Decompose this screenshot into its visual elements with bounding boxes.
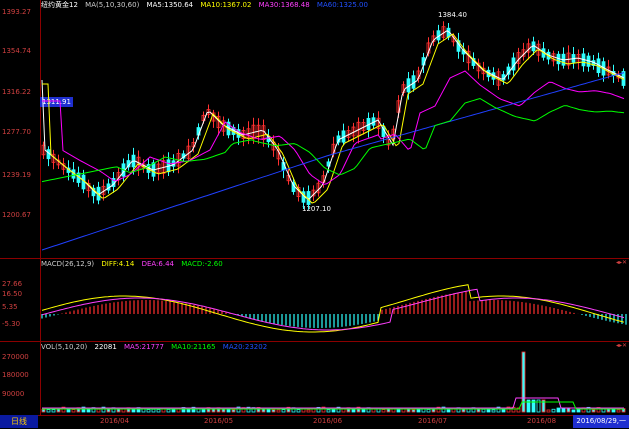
date-label: 2016/07: [418, 417, 448, 425]
volume-bar: [446, 409, 451, 413]
volume-bar: [86, 409, 91, 413]
volume-bar: [281, 409, 286, 413]
volume-bar: [231, 409, 236, 413]
date-axis: 2016/04 2016/05 2016/06 2016/07 2016/08: [0, 415, 629, 429]
volume-bar: [41, 408, 46, 413]
current-date-badge: 2016/08/29,一: [573, 415, 629, 428]
price-pane[interactable]: 1393.27 1354.74 1316.22 1277.70 1239.19 …: [0, 0, 629, 259]
volume-bar: [306, 409, 311, 413]
volume-bar: [266, 409, 271, 413]
volume-bar: [166, 409, 171, 413]
volume-bar: [46, 409, 51, 413]
volume-bar: [71, 409, 76, 413]
volume-bar: [616, 409, 621, 413]
volume-bar: [146, 409, 151, 413]
diff-line: [41, 284, 625, 333]
date-label: 2016/05: [204, 417, 234, 425]
volume-bar: [411, 409, 416, 413]
volume-bar: [171, 409, 176, 413]
date-label: 2016/08: [527, 417, 557, 425]
volume-bar: [591, 409, 596, 413]
volume-bar: [611, 409, 616, 413]
ma10-line: [42, 33, 625, 204]
volume-bar: [51, 409, 56, 413]
volume-bar: [546, 409, 551, 413]
volume-bar: [486, 408, 491, 413]
dea-line: [41, 288, 625, 331]
volume-bar: [96, 408, 101, 413]
volume-bar: [566, 407, 571, 413]
volume-bar: [561, 407, 566, 413]
volume-bar: [551, 408, 556, 413]
volume-bar: [326, 409, 331, 413]
volume-bar: [461, 408, 466, 413]
volume-bar: [426, 409, 431, 413]
volume-bar: [271, 409, 276, 413]
volume-bar: [406, 408, 411, 413]
volume-bar: [381, 409, 386, 413]
volume-bar: [351, 409, 356, 413]
volume-chart: [41, 351, 626, 413]
volume-bar: [276, 409, 281, 413]
price-chart: [41, 21, 626, 251]
volume-bar: [571, 409, 576, 413]
volume-bar: [156, 409, 161, 413]
macd-pane[interactable]: 27.66 16.50 5.35 -5.30 MACD(26,12,9) DIF…: [0, 259, 629, 342]
date-label: 2016/06: [313, 417, 343, 425]
volume-bar: [481, 408, 486, 413]
volume-bar: [296, 409, 301, 413]
period-tab-daily[interactable]: 日线: [0, 415, 38, 428]
date-label: 2016/04: [100, 417, 130, 425]
volume-bar: [491, 409, 496, 413]
volume-bar: [521, 351, 526, 413]
volume-bar: [151, 408, 156, 413]
volume-bar: [576, 408, 581, 413]
volume-pane[interactable]: 270000 180000 90000 VOL(5,10,20) 22081 M…: [0, 342, 629, 415]
volume-bar: [556, 407, 561, 413]
macd-chart: [41, 284, 627, 333]
